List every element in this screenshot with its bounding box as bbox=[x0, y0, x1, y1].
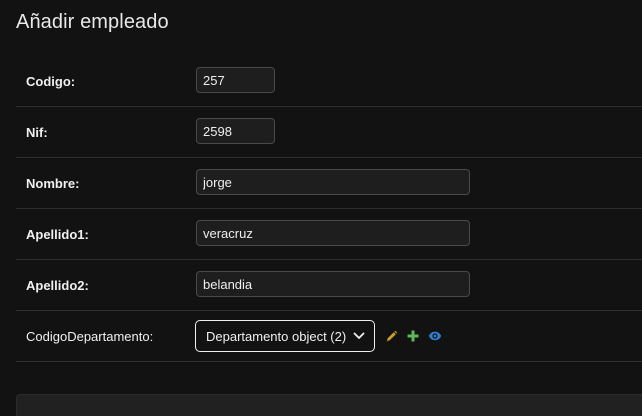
form-row-nif: Nif: bbox=[16, 107, 642, 158]
add-employee-page: Añadir empleado Codigo: Nif: Nombre: Ape… bbox=[0, 0, 642, 416]
codigo-label: Codigo: bbox=[26, 74, 76, 89]
apellido1-input[interactable] bbox=[196, 220, 470, 246]
departamento-label: CodigoDepartamento: bbox=[26, 329, 154, 344]
form-row-nombre: Nombre: bbox=[16, 158, 642, 209]
codigo-input[interactable] bbox=[196, 67, 275, 93]
departamento-select[interactable]: Departamento object (2) bbox=[195, 320, 375, 352]
eye-icon[interactable] bbox=[428, 329, 442, 343]
nombre-input[interactable] bbox=[196, 169, 470, 195]
submit-row bbox=[16, 394, 642, 416]
pencil-icon[interactable] bbox=[384, 329, 398, 343]
plus-icon[interactable] bbox=[406, 329, 420, 343]
related-object-actions bbox=[384, 329, 442, 343]
departamento-selected-value: Departamento object (2) bbox=[206, 328, 347, 344]
chevron-down-icon bbox=[352, 329, 366, 343]
employee-form: Codigo: Nif: Nombre: Apellido1: Apellido… bbox=[16, 56, 642, 362]
nif-label: Nif: bbox=[26, 125, 48, 140]
form-row-codigo: Codigo: bbox=[16, 56, 642, 107]
form-row-apellido2: Apellido2: bbox=[16, 260, 642, 311]
form-row-apellido1: Apellido1: bbox=[16, 209, 642, 260]
page-title: Añadir empleado bbox=[16, 11, 169, 33]
nif-input[interactable] bbox=[196, 118, 275, 144]
nombre-label: Nombre: bbox=[26, 176, 80, 191]
apellido2-label: Apellido2: bbox=[26, 278, 89, 293]
apellido2-input[interactable] bbox=[196, 271, 470, 297]
form-row-departamento: CodigoDepartamento: Departamento object … bbox=[16, 311, 642, 362]
apellido1-label: Apellido1: bbox=[26, 227, 89, 242]
